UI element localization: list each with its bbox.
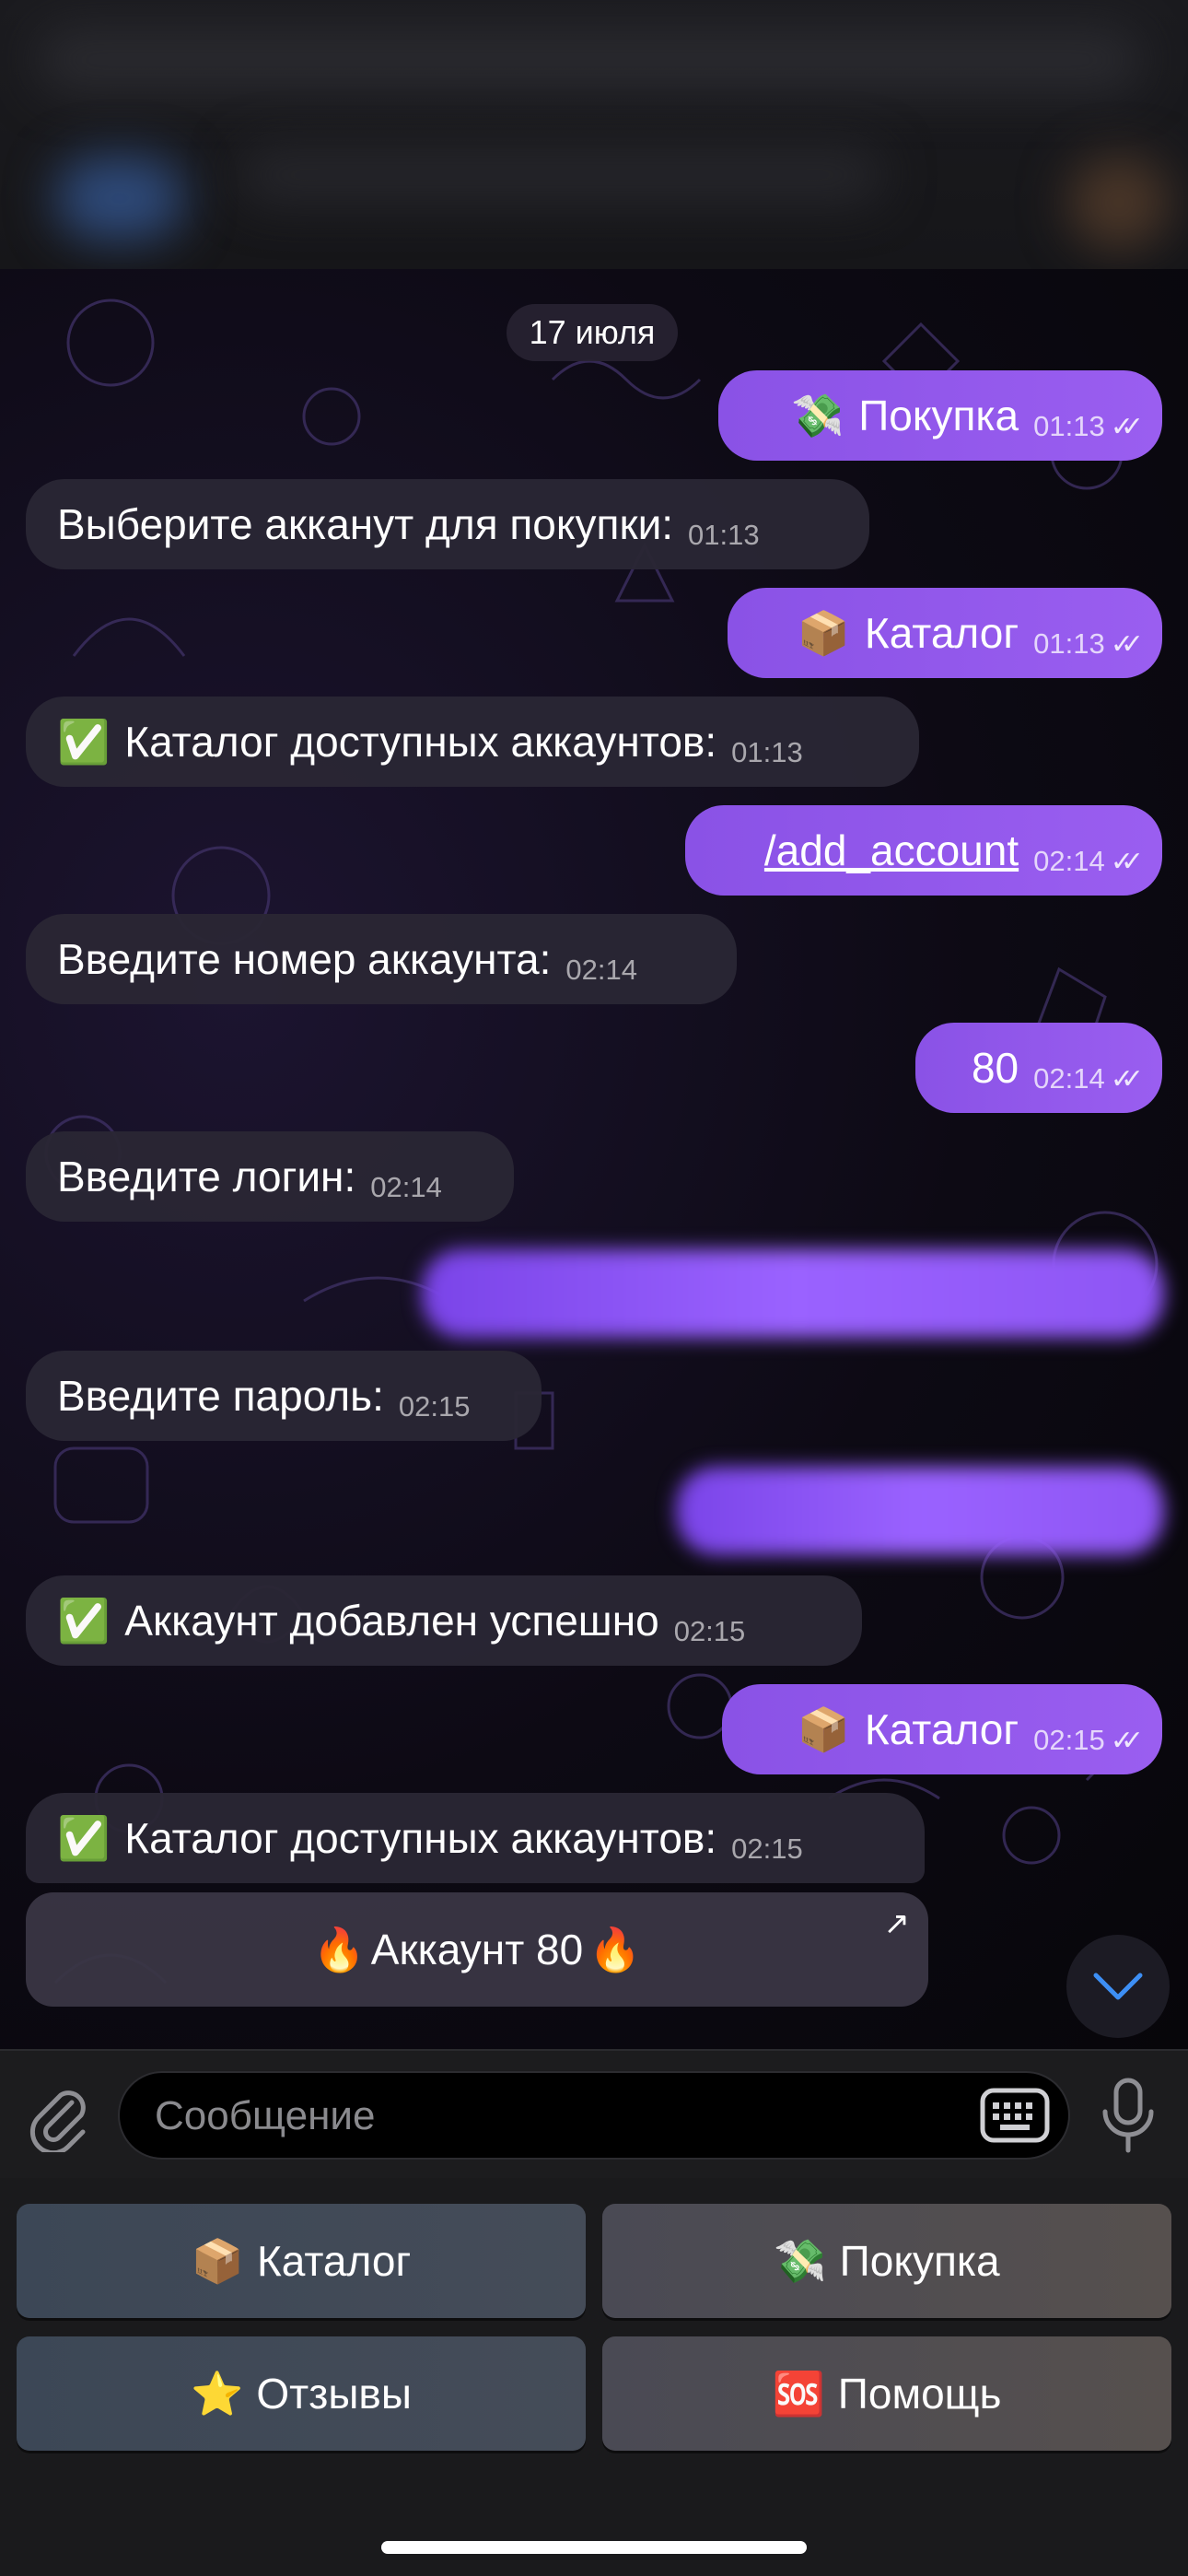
message-time: 02:14 (1033, 845, 1105, 877)
incoming-message[interactable]: Введите пароль: 02:15 (26, 1351, 542, 1441)
open-link-arrow-icon: ↗ (883, 1906, 911, 1941)
chat-area[interactable]: 17 июля 💸 Покупка 01:13 ✓✓ Выберите акка… (0, 269, 1188, 2049)
microphone-icon[interactable] (1096, 2077, 1160, 2154)
incoming-message[interactable]: Введите логин: 02:14 (26, 1131, 514, 1222)
package-emoji-icon: 📦 (797, 608, 850, 657)
outgoing-message[interactable]: 📦 Каталог 02:15 ✓✓ (722, 1684, 1162, 1774)
outgoing-message[interactable]: 📦 Каталог 01:13 ✓✓ (728, 588, 1162, 678)
message-text: 80 (971, 1044, 1019, 1092)
chat-header-blurred (0, 0, 1188, 271)
message-text: Каталог доступных аккаунтов: (124, 1814, 717, 1862)
date-separator: 17 июля (507, 304, 678, 361)
message-time: 02:14 (1033, 1062, 1105, 1095)
outgoing-message[interactable]: 80 02:14 ✓✓ (915, 1023, 1162, 1113)
incoming-message[interactable]: Введите номер аккаунта: 02:14 (26, 914, 737, 1004)
message-input-bar (0, 2049, 1188, 2180)
keyboard-button-label: Отзывы (256, 2370, 412, 2418)
message-field[interactable] (118, 2071, 1070, 2160)
incoming-message[interactable]: ✅ Каталог доступных аккаунтов: 01:13 (26, 697, 919, 787)
message-time: 02:14 (565, 954, 637, 986)
keyboard-button-purchase[interactable]: 💸 Покупка (602, 2204, 1171, 2318)
inline-button-account-80[interactable]: 🔥 Аккаунт 80 🔥 ↗ (26, 1892, 928, 2007)
check-mark-emoji-icon: ✅ (57, 717, 111, 766)
message-time: 02:14 (370, 1171, 442, 1203)
check-mark-emoji-icon: ✅ (57, 1596, 111, 1645)
home-indicator[interactable] (381, 2541, 807, 2554)
incoming-message[interactable]: Выберите акканут для покупки: 01:13 (26, 479, 869, 569)
bot-reply-keyboard: 📦 Каталог 💸 Покупка ⭐ Отзывы 🆘 Помощь (0, 2178, 1188, 2576)
keyboard-button-catalog[interactable]: 📦 Каталог (17, 2204, 586, 2318)
message-time: 02:15 (673, 1615, 746, 1647)
keyboard-button-label: Покупка (839, 2237, 1000, 2285)
keyboard-button-label: Помощь (837, 2370, 1002, 2418)
inline-button-label: Аккаунт 80 (370, 1926, 584, 1973)
keyboard-button-label: Каталог (257, 2237, 412, 2285)
fire-emoji-icon: 🔥 (588, 1925, 642, 1973)
message-text: Каталог (864, 1705, 1019, 1753)
message-time: 01:13 (1033, 410, 1105, 442)
message-time: 02:15 (731, 1832, 803, 1865)
blurred-outgoing-message[interactable] (422, 1249, 1164, 1338)
read-check-icon: ✓✓ (1110, 411, 1144, 442)
package-emoji-icon: 📦 (797, 1704, 850, 1753)
keyboard-icon[interactable] (980, 2088, 1050, 2143)
message-text: Каталог доступных аккаунтов: (124, 718, 717, 766)
read-check-icon: ✓✓ (1110, 628, 1144, 660)
message-input[interactable] (153, 2073, 985, 2160)
sos-emoji-icon: 🆘 (772, 2369, 825, 2418)
message-text: Выберите акканут для покупки: (57, 500, 674, 548)
package-emoji-icon: 📦 (191, 2236, 245, 2285)
message-time: 01:13 (1033, 627, 1105, 660)
command-link[interactable]: /add_account (764, 825, 1019, 875)
paperclip-icon[interactable] (24, 2082, 94, 2152)
read-check-icon: ✓✓ (1110, 846, 1144, 877)
money-emoji-icon: 💸 (774, 2236, 827, 2285)
message-time: 01:13 (688, 519, 760, 551)
read-check-icon: ✓✓ (1110, 1725, 1144, 1756)
incoming-message[interactable]: ✅ Каталог доступных аккаунтов: 02:15 (26, 1793, 925, 1883)
outgoing-message[interactable]: 💸 Покупка 01:13 ✓✓ (718, 370, 1162, 461)
star-emoji-icon: ⭐ (191, 2369, 244, 2418)
keyboard-button-reviews[interactable]: ⭐ Отзывы (17, 2336, 586, 2451)
message-time: 02:15 (398, 1390, 471, 1423)
message-text: Введите пароль: (57, 1372, 384, 1420)
incoming-message[interactable]: ✅ Аккаунт добавлен успешно 02:15 (26, 1575, 862, 1666)
message-text: Покупка (858, 392, 1019, 439)
message-text: Аккаунт добавлен успешно (124, 1597, 659, 1645)
message-time: 02:15 (1033, 1724, 1105, 1756)
message-text: Каталог (864, 609, 1019, 657)
read-check-icon: ✓✓ (1110, 1063, 1144, 1095)
message-text: Введите логин: (57, 1153, 356, 1200)
outgoing-message[interactable]: /add_account 02:14 ✓✓ (685, 805, 1162, 896)
check-mark-emoji-icon: ✅ (57, 1813, 111, 1862)
scroll-to-bottom-button[interactable] (1066, 1935, 1170, 2038)
money-emoji-icon: 💸 (790, 391, 844, 439)
fire-emoji-icon: 🔥 (312, 1925, 366, 1973)
blurred-outgoing-message[interactable] (676, 1467, 1164, 1555)
message-time: 01:13 (731, 736, 803, 768)
keyboard-button-help[interactable]: 🆘 Помощь (602, 2336, 1171, 2451)
chevron-down-icon (1093, 1973, 1143, 2000)
message-text: Введите номер аккаунта: (57, 935, 552, 983)
